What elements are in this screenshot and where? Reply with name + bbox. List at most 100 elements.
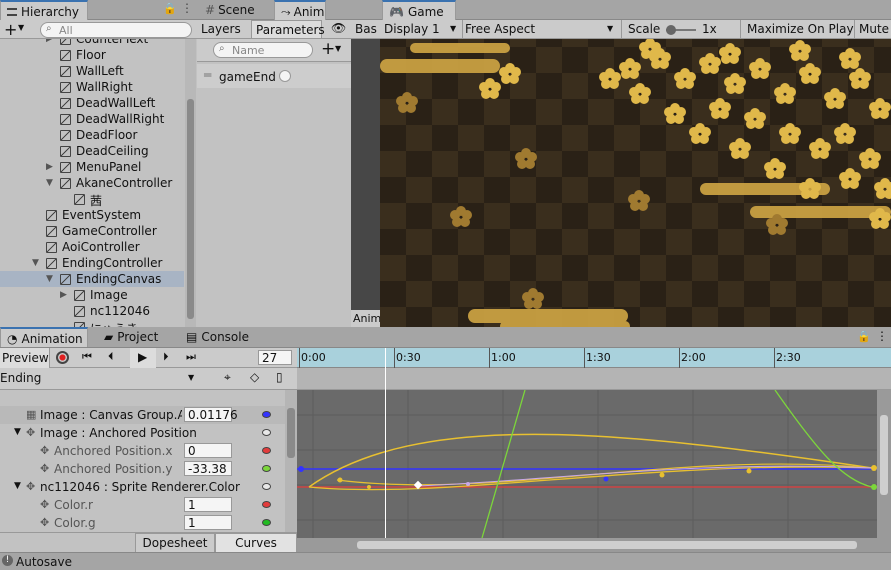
property-value-field[interactable]: 1 <box>184 515 232 530</box>
hierarchy-item[interactable]: WallLeft <box>0 63 184 79</box>
mute-toggle[interactable]: Mute <box>859 22 889 36</box>
curve-color-toggle[interactable] <box>262 411 271 418</box>
tab-animator[interactable]: ⤳Animator <box>274 0 326 20</box>
expanded-arrow-icon[interactable]: ▼ <box>46 274 53 284</box>
tab-animation[interactable]: ◔ Animation <box>0 327 88 347</box>
add-keyframe-icon[interactable]: ◇ <box>250 370 259 384</box>
first-keyframe-button[interactable]: ⏮ <box>82 350 92 364</box>
lock-icon[interactable]: 🔒 <box>857 330 871 343</box>
event-track[interactable] <box>297 368 891 390</box>
tab-dopesheet[interactable]: Dopesheet <box>135 533 215 553</box>
hierarchy-item[interactable]: ▼ AkaneController <box>0 175 184 191</box>
hierarchy-item[interactable]: EventSystem <box>0 207 184 223</box>
aspect-dropdown[interactable]: Free Aspect ▼ <box>465 22 615 36</box>
scroll-thumb[interactable] <box>187 99 194 319</box>
property-value-field[interactable]: 0 <box>184 443 232 458</box>
tab-project[interactable]: ▰ Project <box>98 327 178 347</box>
hierarchy-item[interactable]: AoiController <box>0 239 184 255</box>
tab-hierarchy[interactable]: Hierarchy <box>0 0 88 20</box>
hierarchy-item[interactable]: ▶ MenuPanel <box>0 159 184 175</box>
animator-graph[interactable]: Bas Anima <box>351 20 380 327</box>
record-button[interactable] <box>56 351 69 364</box>
lock-icon[interactable]: 🔒 <box>163 2 177 15</box>
scroll-thumb[interactable] <box>287 408 295 458</box>
hierarchy-search-input[interactable]: ⌕ All <box>40 22 192 38</box>
hierarchy-item[interactable]: にゅうき <box>0 319 184 327</box>
tab-game[interactable]: 🎮 Game <box>382 0 456 20</box>
tab-layers[interactable]: Layers <box>201 22 247 36</box>
display-dropdown[interactable]: Display 1 ▼ <box>384 22 460 36</box>
property-row[interactable]: ✥ Color.g 1 <box>0 514 290 532</box>
param-row[interactable]: ═ gameEnd <box>197 64 351 88</box>
hierarchy-item[interactable]: GameController <box>0 223 184 239</box>
scale-slider[interactable] <box>666 25 696 35</box>
param-search-input[interactable]: ⌕ Name <box>213 42 313 58</box>
property-row[interactable]: ▼ ✥ Image : Anchored Position <box>0 424 290 442</box>
menu-dots-icon[interactable]: ⋮ <box>181 1 193 15</box>
drag-handle-icon[interactable]: ═ <box>204 68 211 82</box>
curve-color-toggle[interactable] <box>262 447 271 454</box>
next-keyframe-button[interactable]: ⏵ <box>163 350 169 364</box>
hierarchy-item[interactable]: 茜 <box>0 191 184 208</box>
curve-vscrollbar[interactable] <box>877 390 891 538</box>
preview-toggle[interactable]: Preview <box>0 348 50 368</box>
expanded-arrow-icon[interactable]: ▼ <box>32 258 39 268</box>
property-row[interactable]: ✥ Anchored Position.y -33.38 <box>0 460 290 478</box>
scroll-thumb[interactable] <box>880 415 888 495</box>
hierarchy-item[interactable]: ▶ CounterText <box>0 39 184 47</box>
property-value-field[interactable]: 1 <box>184 497 232 512</box>
tab-parameters[interactable]: Parameters <box>251 20 325 39</box>
last-keyframe-button[interactable]: ⏭ <box>186 350 196 364</box>
add-event-icon[interactable]: ⌖ <box>224 370 231 385</box>
clip-dropdown[interactable]: Ending ▼ <box>0 371 198 385</box>
maximize-on-play-toggle[interactable]: Maximize On Play <box>747 22 854 36</box>
curve-color-toggle[interactable] <box>262 501 271 508</box>
curve-editor[interactable] <box>297 390 877 538</box>
frame-field[interactable]: 27 <box>258 350 292 365</box>
hierarchy-item[interactable]: Floor <box>0 47 184 63</box>
hierarchy-item[interactable]: WallRight <box>0 79 184 95</box>
tab-curves[interactable]: Curves <box>215 533 297 553</box>
collapsed-arrow-icon[interactable]: ▶ <box>46 162 53 172</box>
timeline-ruler[interactable]: 0:00 0:30 1:00 1:30 2:00 2:30 <box>297 348 891 368</box>
property-row[interactable]: ▼ ✥ nc112046 : Sprite Renderer.Color <box>0 478 290 496</box>
tab-console[interactable]: ▤ Console <box>180 327 260 347</box>
collapsed-arrow-icon[interactable]: ▶ <box>46 39 53 44</box>
curve-hscrollbar[interactable] <box>297 538 891 552</box>
hierarchy-item[interactable]: nc112046 <box>0 303 184 319</box>
hierarchy-item[interactable]: DeadWallLeft <box>0 95 184 111</box>
hierarchy-item[interactable]: DeadWallRight <box>0 111 184 127</box>
hierarchy-item[interactable]: ▼ EndingController <box>0 255 184 271</box>
expanded-arrow-icon[interactable]: ▼ <box>46 178 53 188</box>
prev-keyframe-button[interactable]: ⏴ <box>108 350 114 364</box>
property-row[interactable]: ✥ Color.r 1 <box>0 496 290 514</box>
curve-color-toggle[interactable] <box>262 483 271 490</box>
property-value-field[interactable]: 0.01176 <box>184 407 238 422</box>
game-view[interactable] <box>380 39 891 327</box>
dropdown-arrow-icon[interactable]: ▼ <box>18 23 24 32</box>
property-row[interactable]: ▦Image : Canvas Group.Alpha0.01176 <box>0 406 290 424</box>
add-icon[interactable]: + <box>4 20 17 39</box>
hierarchy-scrollbar[interactable] <box>185 39 196 327</box>
property-scrollbar[interactable] <box>285 390 297 532</box>
eye-icon[interactable]: 👁 <box>331 21 346 35</box>
hierarchy-item[interactable]: ▼ EndingCanvas <box>0 271 184 287</box>
curve-color-toggle[interactable] <box>262 465 271 472</box>
expanded-arrow-icon[interactable]: ▼ <box>14 427 21 437</box>
playhead[interactable] <box>385 348 386 538</box>
hierarchy-item[interactable]: DeadCeiling <box>0 143 184 159</box>
menu-dots-icon[interactable]: ⋮ <box>876 329 888 343</box>
property-row[interactable]: ✥ Anchored Position.x 0 <box>0 442 290 460</box>
play-button[interactable]: ▶ <box>130 348 156 368</box>
add-param-icon[interactable]: + <box>321 39 335 59</box>
trigger-toggle[interactable] <box>279 70 291 82</box>
expanded-arrow-icon[interactable]: ▼ <box>14 481 21 491</box>
collapsed-arrow-icon[interactable]: ▶ <box>60 290 67 300</box>
hierarchy-item[interactable]: ▶ Image <box>0 287 184 303</box>
slider-thumb[interactable] <box>666 25 676 35</box>
base-layer-label[interactable]: Bas <box>351 20 380 39</box>
dropdown-arrow-icon[interactable]: ▼ <box>335 44 341 53</box>
tab-scene[interactable]: # Scene <box>199 0 273 20</box>
scroll-thumb[interactable] <box>357 541 857 549</box>
curve-color-toggle[interactable] <box>262 429 271 436</box>
